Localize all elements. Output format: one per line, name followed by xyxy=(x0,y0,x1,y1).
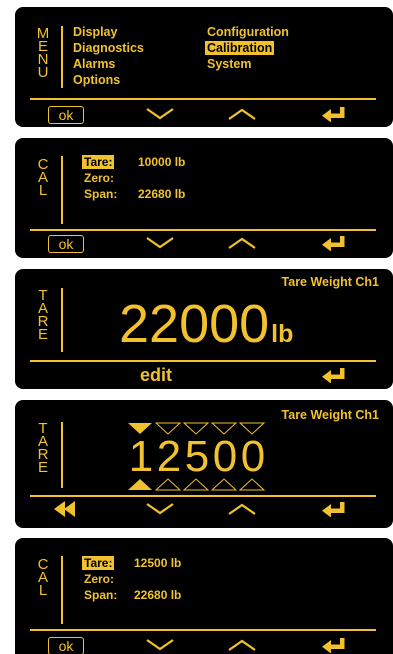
enter-icon[interactable] xyxy=(322,367,346,383)
divider xyxy=(30,629,376,631)
tare-value: 10000 lb xyxy=(138,155,186,169)
span-value: 22680 lb xyxy=(138,187,186,201)
digit-arrow-up-icon xyxy=(210,478,238,491)
tare-unit: lb xyxy=(271,320,294,348)
menu-item-display[interactable]: Display xyxy=(73,24,117,40)
chevron-down-icon[interactable] xyxy=(145,236,175,250)
side-label: T A R E xyxy=(35,288,51,343)
digit-arrow-up-icon xyxy=(128,479,152,490)
chevron-up-icon[interactable] xyxy=(227,502,257,516)
tare-weight-screen: Tare Weight Ch1 T A R E 22000lb edit xyxy=(15,269,393,389)
divider xyxy=(61,422,63,488)
chevron-down-icon[interactable] xyxy=(145,638,175,652)
digit[interactable]: 1 xyxy=(127,433,155,481)
side-label: M E N U xyxy=(35,26,51,81)
menu-item-calibration[interactable]: Calibration xyxy=(205,40,275,56)
tare-value: 12500 lb xyxy=(134,556,182,570)
menu-screen: M E N U Display Diagnostics Alarms Optio… xyxy=(15,7,393,127)
zero-label[interactable]: Zero: xyxy=(84,170,114,186)
digit[interactable]: 0 xyxy=(239,433,267,481)
enter-icon[interactable] xyxy=(322,501,346,517)
edit-button[interactable]: edit xyxy=(140,365,172,386)
digit[interactable]: 2 xyxy=(155,433,183,481)
side-letter: E xyxy=(37,459,48,476)
calibration-screen-updated: C A L Tare: 12500 lb Zero: Span: 22680 l… xyxy=(15,538,393,654)
ok-button[interactable]: ok xyxy=(48,235,84,253)
back-icon[interactable] xyxy=(54,501,78,517)
digit-row: 12500 xyxy=(127,433,267,481)
span-value: 22680 lb xyxy=(134,588,182,602)
menu-item-alarms[interactable]: Alarms xyxy=(73,56,115,72)
chevron-up-icon[interactable] xyxy=(227,107,257,121)
digit-arrow-up-icon xyxy=(238,478,266,491)
side-label: C A L xyxy=(35,557,51,598)
digit-decrement-arrows[interactable] xyxy=(127,478,267,492)
tare-label[interactable]: Tare: xyxy=(82,154,115,170)
ok-button[interactable]: ok xyxy=(48,637,84,654)
divider xyxy=(61,26,63,88)
divider xyxy=(30,495,376,497)
ok-button[interactable]: ok xyxy=(48,106,84,124)
divider xyxy=(61,288,63,352)
tare-value: 22000lb xyxy=(119,295,293,363)
enter-icon[interactable] xyxy=(322,106,346,122)
side-letter: U xyxy=(37,64,49,81)
digit[interactable]: 5 xyxy=(183,433,211,481)
menu-item-configuration[interactable]: Configuration xyxy=(207,24,289,40)
menu-item-system[interactable]: System xyxy=(207,56,251,72)
span-label[interactable]: Span: xyxy=(84,186,117,202)
tare-label[interactable]: Tare: xyxy=(82,555,115,571)
enter-icon[interactable] xyxy=(322,235,346,251)
digit[interactable]: 0 xyxy=(211,433,239,481)
divider xyxy=(30,98,376,100)
zero-label[interactable]: Zero: xyxy=(84,571,114,587)
side-letter: E xyxy=(37,326,48,343)
enter-icon[interactable] xyxy=(322,637,346,653)
chevron-down-icon[interactable] xyxy=(145,107,175,121)
chevron-down-icon[interactable] xyxy=(145,502,175,516)
screen-title: Tare Weight Ch1 xyxy=(281,275,379,289)
divider xyxy=(30,360,376,362)
digit-arrow-up-icon xyxy=(182,478,210,491)
divider xyxy=(61,156,63,224)
digit-arrow-up-icon xyxy=(154,478,182,491)
span-label[interactable]: Span: xyxy=(84,587,117,603)
chevron-up-icon[interactable] xyxy=(227,236,257,250)
calibration-screen: C A L Tare: 10000 lb Zero: Span: 22680 l… xyxy=(15,138,393,258)
divider xyxy=(61,556,63,624)
tare-number: 22000 xyxy=(119,294,270,354)
side-label: C A L xyxy=(35,157,51,198)
side-label: T A R E xyxy=(35,421,51,476)
menu-item-options[interactable]: Options xyxy=(73,72,120,88)
divider xyxy=(30,229,376,231)
tare-edit-screen: Tare Weight Ch1 T A R E 12500 xyxy=(15,400,393,528)
screen-title: Tare Weight Ch1 xyxy=(281,408,379,422)
menu-item-diagnostics[interactable]: Diagnostics xyxy=(73,40,144,56)
chevron-up-icon[interactable] xyxy=(227,638,257,652)
